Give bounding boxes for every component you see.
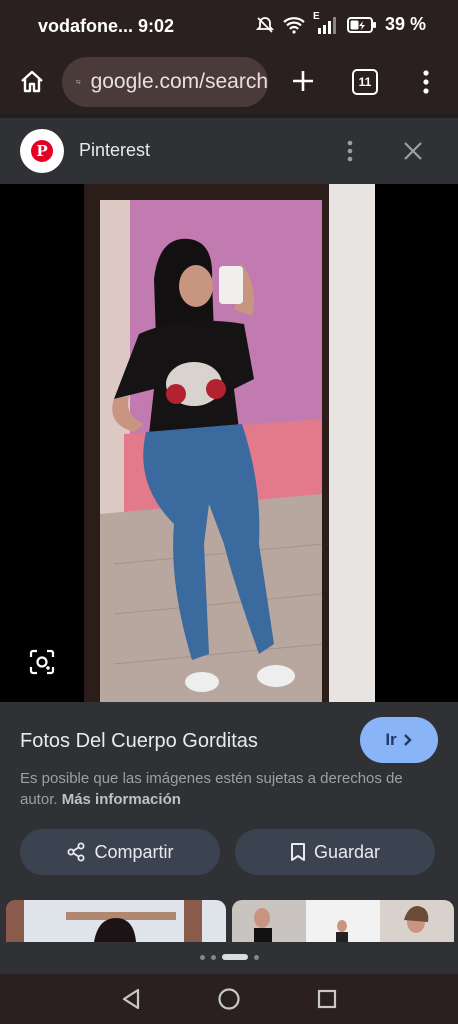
browser-toolbar: google.com/search 11 — [0, 52, 458, 114]
lens-icon — [29, 649, 55, 675]
source-header: P Pinterest — [0, 118, 458, 184]
more-vert-icon — [347, 140, 353, 162]
status-time: 9:02 — [138, 16, 175, 36]
battery-level: 39 % — [384, 14, 426, 34]
home-nav-button[interactable] — [216, 986, 242, 1012]
carousel-indicator — [0, 954, 458, 960]
carousel-dot — [253, 954, 259, 960]
save-button[interactable]: Guardar — [235, 829, 435, 875]
pinterest-logo-mark: P — [31, 140, 53, 162]
system-navigation-bar — [0, 974, 458, 1024]
carousel-dot — [199, 954, 205, 960]
source-more-button[interactable] — [338, 136, 362, 166]
save-label: Guardar — [313, 841, 381, 862]
home-icon — [21, 70, 43, 93]
share-button[interactable]: Compartir — [20, 829, 220, 875]
back-icon — [122, 988, 140, 1010]
home-button[interactable] — [14, 64, 50, 100]
more-info-link[interactable]: Más información — [62, 791, 181, 808]
copyright-notice: Es posible que las imágenes estén sujeta… — [20, 768, 440, 810]
status-carrier-time: vodafone... 9:02 — [38, 16, 174, 37]
network-type-label: E — [312, 10, 320, 22]
chevron-right-icon — [403, 734, 412, 746]
related-image-thumbnail[interactable] — [232, 900, 454, 942]
back-button[interactable] — [118, 986, 144, 1012]
source-name: Pinterest — [79, 140, 151, 160]
cell-signal-icon: E — [313, 11, 339, 35]
close-icon — [404, 142, 422, 160]
square-recents-icon — [317, 989, 337, 1009]
related-image-thumbnail[interactable] — [6, 900, 226, 942]
page-info-icon[interactable] — [76, 73, 81, 91]
carousel-dot — [210, 954, 216, 960]
visit-button[interactable]: Ir — [360, 717, 438, 763]
overflow-menu-button[interactable] — [414, 64, 438, 100]
share-label: Compartir — [94, 841, 174, 862]
image-viewer — [0, 184, 458, 702]
status-bar: vodafone... 9:02 E 39 % — [0, 0, 458, 52]
address-bar[interactable]: google.com/search — [62, 57, 268, 107]
recents-button[interactable] — [314, 986, 340, 1012]
do-not-disturb-icon — [255, 15, 275, 35]
visit-button-label: Ir — [385, 730, 397, 749]
status-carrier: vodafone... — [38, 16, 134, 36]
circle-home-icon — [218, 988, 240, 1010]
pinterest-logo: P — [20, 129, 64, 173]
close-button[interactable] — [398, 136, 428, 166]
new-tab-icon — [293, 71, 313, 91]
lens-search-button[interactable] — [24, 644, 60, 680]
tab-switcher-button[interactable]: 11 — [352, 69, 378, 95]
carousel-dot-active — [221, 954, 248, 960]
share-icon — [67, 842, 85, 862]
new-tab-button[interactable] — [286, 64, 320, 98]
battery-icon — [346, 16, 377, 34]
bookmark-icon — [290, 843, 305, 861]
overflow-menu-icon — [423, 70, 429, 94]
result-title: Fotos Del Cuerpo Gorditas — [20, 730, 258, 752]
result-image[interactable] — [84, 184, 375, 702]
url-text: google.com/search — [90, 70, 268, 93]
result-info-panel: Fotos Del Cuerpo Gorditas Ir Es posible … — [0, 702, 458, 974]
wifi-icon — [283, 16, 305, 34]
